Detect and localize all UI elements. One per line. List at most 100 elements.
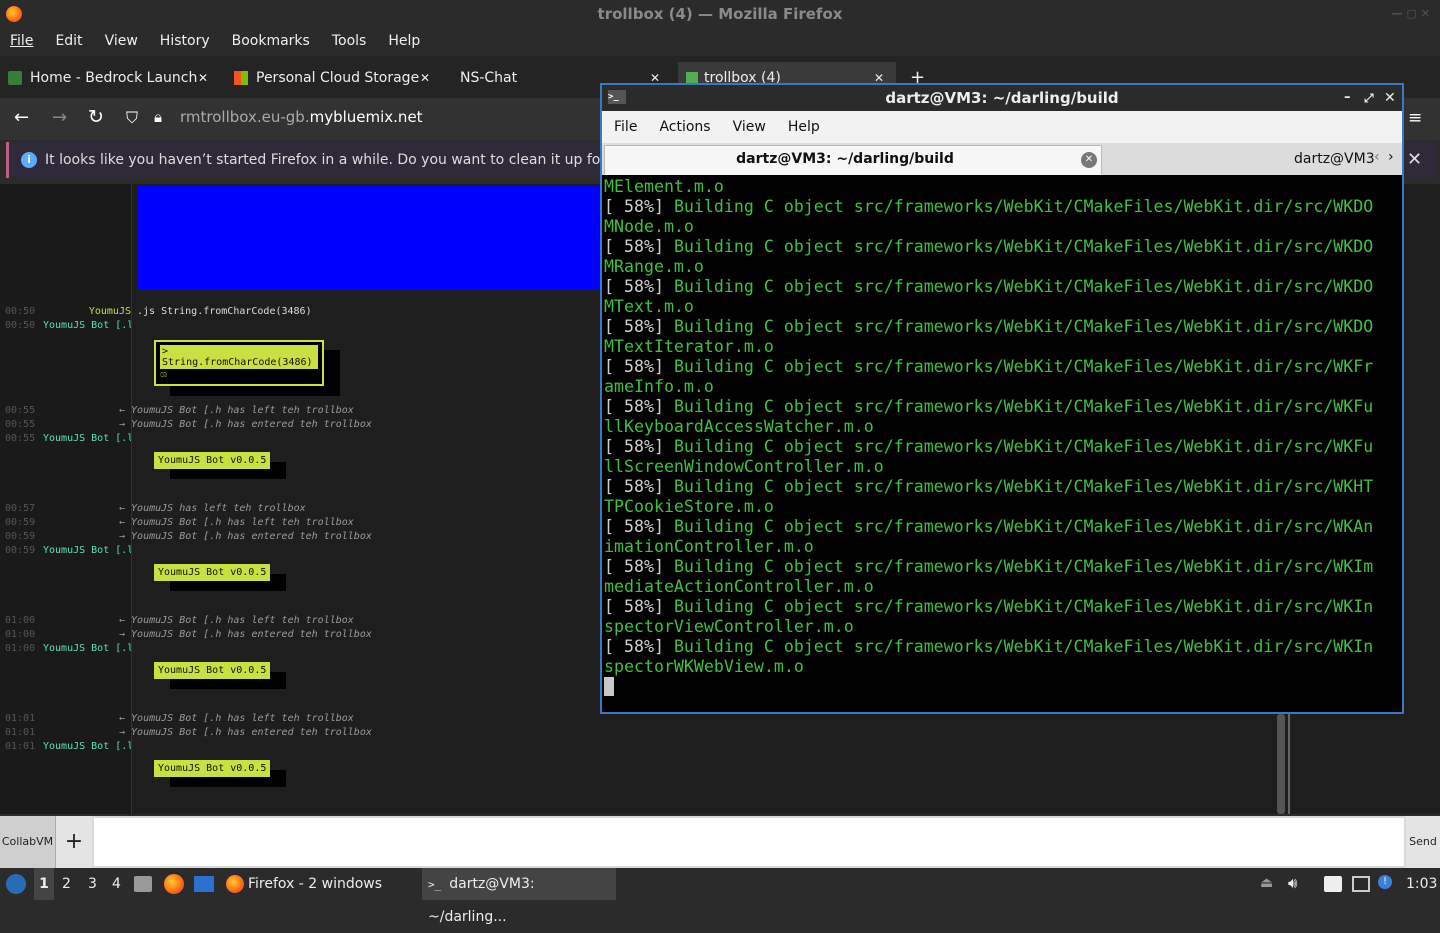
build-message: ameInfo.m.o xyxy=(604,377,714,396)
notification-icon[interactable]: ! xyxy=(1378,875,1392,889)
terminal-tab-active[interactable]: dartz@VM3: ~/darling/build ✕ xyxy=(604,145,1102,175)
chat-timestamp: 01:01 xyxy=(5,727,36,738)
terminal-output[interactable]: MElement.m.o[ 58%] Building C object src… xyxy=(604,177,1400,712)
eval-result: ශ xyxy=(160,369,168,380)
terminal-line: [ 58%] Building C object src/frameworks/… xyxy=(604,237,1400,257)
collabvm-label: CollabVM xyxy=(0,816,56,868)
build-message: Building C object src/frameworks/WebKit/… xyxy=(673,317,1374,336)
menu-edit[interactable]: Edit xyxy=(55,28,82,54)
minimize-icon[interactable]: – xyxy=(1344,85,1351,111)
tab-label: Personal Cloud Storage - xyxy=(256,70,420,86)
progress-prefix: [ 58%] xyxy=(604,397,674,416)
terminal-line: [ 58%] Building C object src/frameworks/… xyxy=(604,557,1400,577)
workspace-4[interactable]: 4 xyxy=(112,868,121,900)
terminal-line: [ 58%] Building C object src/frameworks/… xyxy=(604,597,1400,617)
chat-line: 01:00 → YoumuJS Bot [.h has entered teh t… xyxy=(5,629,372,640)
close-icon[interactable]: ✕ xyxy=(1384,85,1396,111)
back-icon[interactable]: ← xyxy=(14,107,29,128)
add-button[interactable]: + xyxy=(56,816,92,868)
chat-message: → YoumuJS Bot [.h has entered teh trollb… xyxy=(119,419,372,430)
bot-version-box: YoumuJS Bot v0.0.5 xyxy=(154,564,271,581)
firefox-launcher-icon[interactable] xyxy=(164,874,184,894)
terminal-cursor xyxy=(604,677,614,696)
shield-icon: ⛉ xyxy=(126,108,139,127)
chat-message: → YoumuJS Bot [.h has entered teh trollb… xyxy=(119,727,372,738)
close-tab-icon[interactable]: ✕ xyxy=(1081,152,1097,168)
chat-username[interactable]: YoumuJS Bot [.l xyxy=(43,741,131,752)
terminal-menu-edit[interactable]: View xyxy=(733,119,766,135)
network-icon[interactable] xyxy=(1352,876,1370,892)
hamburger-menu-icon[interactable]: ≡ xyxy=(1408,108,1422,128)
bot-version-box: YoumuJS Bot v0.0.5 xyxy=(154,662,271,679)
chat-message: ← YoumuJS Bot [.h has left teh trollbox xyxy=(119,517,354,528)
terminal-line: [ 58%] Building C object src/frameworks/… xyxy=(604,437,1400,457)
bot-version-box: YoumuJS Bot v0.0.5 xyxy=(154,760,271,777)
build-message: spectorWKWebView.m.o xyxy=(604,657,804,676)
chat-line: 00:50 YoumuJS Bot [.l xyxy=(5,320,131,331)
close-icon[interactable]: ✕ xyxy=(198,71,208,85)
chat-username[interactable]: YoumuJS Bot [.l xyxy=(43,433,131,444)
desktop-icon[interactable] xyxy=(194,876,214,892)
build-message: llKeyboardAccessWatcher.m.o xyxy=(604,417,874,436)
maximize-icon[interactable]: ⤢ xyxy=(1364,85,1374,111)
window-controls[interactable]: — ▢ ✕ xyxy=(1392,0,1430,28)
collabvm-bar: CollabVM + Send xyxy=(0,816,1440,868)
chat-username[interactable]: YoumuJS Bot [.l xyxy=(43,643,131,654)
chat-timestamp: 01:00 xyxy=(5,615,36,626)
chat-line: 01:01 → YoumuJS Bot [.h has entered teh t… xyxy=(5,727,372,738)
terminal-menu-file[interactable]: File xyxy=(614,119,637,135)
menu-tools[interactable]: Tools xyxy=(332,28,367,54)
send-button[interactable]: Send xyxy=(1406,816,1440,868)
menu-history[interactable]: History xyxy=(160,28,210,54)
progress-prefix: [ 58%] xyxy=(604,517,674,536)
terminal-menu-actions[interactable]: Actions xyxy=(659,119,710,135)
chat-line: 01:00 YoumuJS Bot [.l xyxy=(5,643,131,654)
tab-home[interactable]: Home - Bedrock Launche✕ xyxy=(8,62,218,94)
build-message: llScreenWindowController.m.o xyxy=(604,457,884,476)
clipboard-icon[interactable] xyxy=(1324,876,1342,892)
tray-eject-icon[interactable]: ⏏ xyxy=(1260,875,1273,891)
forward-icon[interactable]: → xyxy=(52,107,67,128)
chat-timestamp: 00:57 xyxy=(5,503,36,514)
chat-message: → YoumuJS Bot [.h has entered teh trollb… xyxy=(119,531,372,542)
close-icon[interactable]: ✕ xyxy=(420,71,430,85)
firefox-task-button[interactable]: Firefox - 2 windows xyxy=(222,868,412,900)
chat-username[interactable]: YoumuJS Bot [.l xyxy=(43,545,131,556)
tab-scroll-left-icon[interactable]: ‹ xyxy=(1374,149,1380,165)
menu-bookmarks[interactable]: Bookmarks xyxy=(232,28,310,54)
menu-view[interactable]: View xyxy=(105,28,138,54)
tab-cloud[interactable]: Personal Cloud Storage -✕ xyxy=(234,62,440,94)
start-menu-icon[interactable] xyxy=(6,874,26,894)
chat-line: 01:01 ← YoumuJS Bot [.h has left teh trol… xyxy=(5,713,354,724)
terminal-line: [ 58%] Building C object src/frameworks/… xyxy=(604,517,1400,537)
firefox-task-label: Firefox - 2 windows xyxy=(248,876,383,892)
chat-username[interactable]: YoumuJS xyxy=(43,306,131,317)
tab-scroll-right-icon[interactable]: › xyxy=(1388,149,1394,165)
menu-file[interactable]: File xyxy=(10,28,33,54)
menu-help[interactable]: Help xyxy=(388,28,420,54)
chat-message: ← YoumuJS Bot [.h has left teh trollbox xyxy=(119,405,354,416)
firefox-titlebar: trollbox (4) — Mozilla Firefox — ▢ ✕ xyxy=(0,0,1440,28)
reload-icon[interactable]: ↻ xyxy=(88,106,104,128)
url-input[interactable]: rmtrollbox.eu-gb.mybluemix.net xyxy=(180,108,423,126)
progress-prefix: [ 58%] xyxy=(604,197,674,216)
chat-timestamp: 00:59 xyxy=(5,531,36,542)
terminal-task-button[interactable]: >_ dartz@VM3: ~/darling... xyxy=(422,868,616,925)
build-message: Building C object src/frameworks/WebKit/… xyxy=(673,597,1374,616)
chat-input[interactable] xyxy=(94,818,1404,866)
workspace-1[interactable]: 1 xyxy=(34,868,54,900)
terminal-line: [ 58%] Building C object src/frameworks/… xyxy=(604,397,1400,417)
terminal-tab-other[interactable]: dartz@VM3 xyxy=(1104,147,1374,175)
progress-prefix: [ 58%] xyxy=(604,597,674,616)
bot-version-box: YoumuJS Bot v0.0.5 xyxy=(154,452,271,469)
workspace-3[interactable]: 3 xyxy=(88,868,97,900)
terminal-menu-view[interactable]: Help xyxy=(788,119,820,135)
volume-icon[interactable]: 🔊︎ xyxy=(1288,874,1297,892)
terminal-line: MText.m.o xyxy=(604,297,1400,317)
chat-username[interactable]: YoumuJS Bot [.l xyxy=(43,320,131,331)
chat-scrollbar[interactable] xyxy=(1277,714,1285,814)
workspace-2[interactable]: 2 xyxy=(62,868,71,900)
build-message: imationController.m.o xyxy=(604,537,814,556)
file-manager-icon[interactable] xyxy=(134,876,152,892)
close-notification-icon[interactable]: ✕ xyxy=(1407,142,1422,178)
